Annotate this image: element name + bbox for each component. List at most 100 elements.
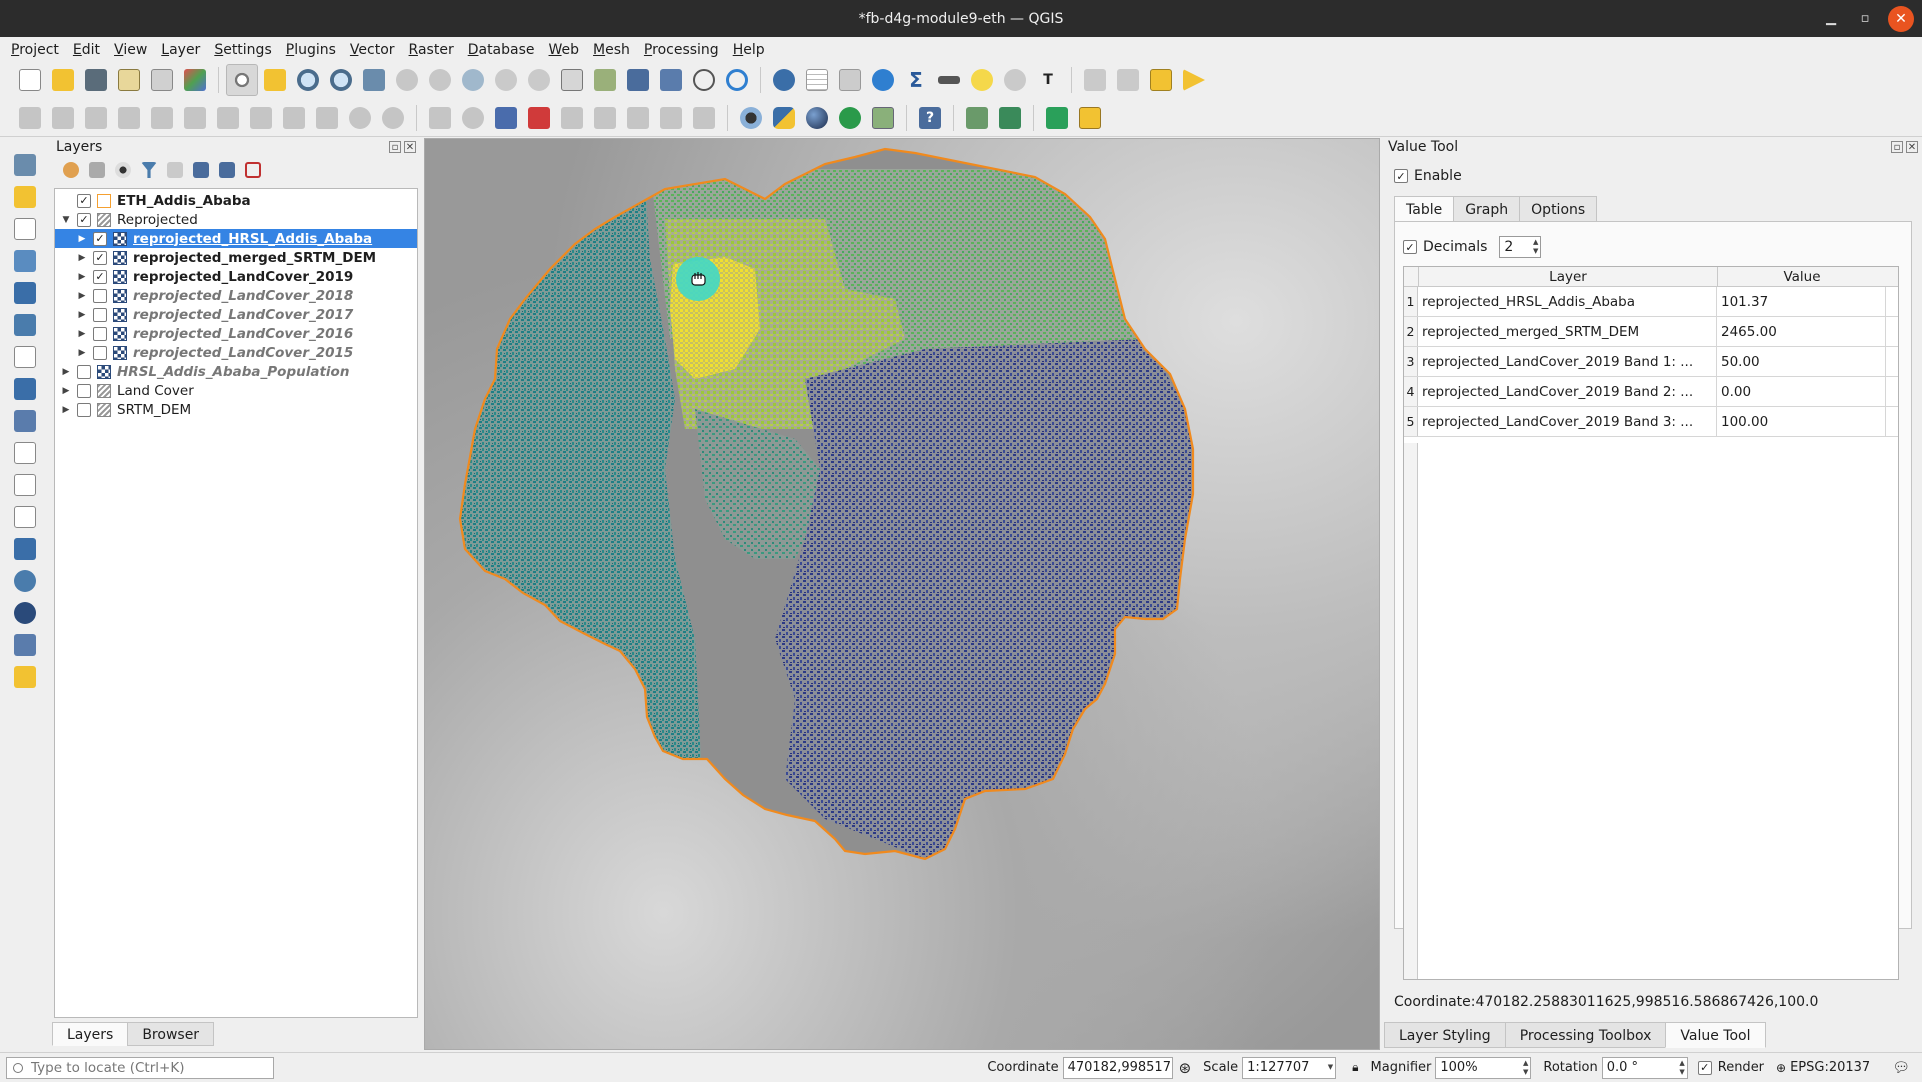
new-print-layout-icon[interactable] xyxy=(113,64,145,96)
expand-arrow-icon[interactable]: ▶ xyxy=(75,348,89,358)
tab-value-tool[interactable]: Value Tool xyxy=(1665,1022,1766,1048)
plugin-map-icon[interactable] xyxy=(867,102,899,134)
expand-arrow-icon[interactable]: ▶ xyxy=(75,234,89,244)
open-project-icon[interactable] xyxy=(47,64,79,96)
add-oracle-icon[interactable] xyxy=(8,600,42,626)
layer-tree-item[interactable]: ▶ SRTM_DEM xyxy=(55,400,417,419)
close-panel-icon[interactable]: ✕ xyxy=(1906,141,1918,153)
select-features-icon[interactable] xyxy=(1079,64,1111,96)
layer-visibility-checkbox[interactable]: ✓ xyxy=(93,269,107,284)
plugin-grid-icon[interactable] xyxy=(994,102,1026,134)
collapse-all-icon[interactable] xyxy=(216,159,238,181)
layer-visibility-checkbox[interactable] xyxy=(77,383,91,398)
layer-tree-item[interactable]: ▶ ✓ reprojected_HRSL_Addis_Ababa xyxy=(55,229,417,248)
float-panel-icon[interactable]: ▫ xyxy=(389,141,401,153)
spin-arrows-icon[interactable]: ▲ ▼ xyxy=(1523,1059,1528,1077)
python-console-icon[interactable] xyxy=(768,102,800,134)
new-3d-view-icon[interactable] xyxy=(589,64,621,96)
messages-icon[interactable]: 💬︎ xyxy=(1892,1060,1910,1076)
plugin-info-icon[interactable] xyxy=(834,102,866,134)
add-arcgis-icon[interactable] xyxy=(8,504,42,530)
deselect-features-icon[interactable] xyxy=(1112,64,1144,96)
label-tool-icon[interactable] xyxy=(424,102,456,134)
zoom-full-icon[interactable] xyxy=(358,64,390,96)
delete-selected-icon[interactable] xyxy=(212,102,244,134)
zoom-to-selection-icon[interactable] xyxy=(391,64,423,96)
menu-processing[interactable]: Processing xyxy=(637,37,726,63)
tab-table[interactable]: Table xyxy=(1394,196,1455,222)
layer-visibility-checkbox[interactable] xyxy=(93,307,107,322)
add-mssql-icon[interactable] xyxy=(8,568,42,594)
expand-arrow-icon[interactable]: ▶ xyxy=(75,291,89,301)
toggle-editing-icon[interactable] xyxy=(47,102,79,134)
add-wfs-icon[interactable] xyxy=(8,472,42,498)
layout-manager-icon[interactable] xyxy=(146,64,178,96)
expand-arrow-icon[interactable]: ▶ xyxy=(59,386,73,396)
menu-plugins[interactable]: Plugins xyxy=(279,37,343,63)
table-row[interactable]: 2 reprojected_merged_SRTM_DEM 2465.00 xyxy=(1404,317,1898,347)
open-attribute-table-icon[interactable] xyxy=(801,64,833,96)
globe-icon[interactable] xyxy=(801,102,833,134)
zoom-native-icon[interactable] xyxy=(457,64,489,96)
quickmapservices-icon[interactable] xyxy=(735,102,767,134)
zoom-next-icon[interactable] xyxy=(523,64,555,96)
decimals-check-icon[interactable]: ✓ xyxy=(1403,240,1417,254)
save-project-icon[interactable] xyxy=(80,64,112,96)
layer-tree[interactable]: ✓ ETH_Addis_Ababa ▼ ✓ Reprojected ▶ ✓ reproject… xyxy=(54,188,418,1018)
render-checkbox[interactable]: ✓ xyxy=(1697,1060,1712,1075)
zoom-out-icon[interactable] xyxy=(325,64,357,96)
layer-tree-item[interactable]: ▶ reprojected_LandCover_2016 xyxy=(55,324,417,343)
crs-button[interactable]: EPSG:20137 xyxy=(1790,1060,1870,1075)
close-icon[interactable]: ✕ xyxy=(1888,5,1914,32)
menu-vector[interactable]: Vector xyxy=(343,37,402,63)
layer-visibility-checkbox[interactable]: ✓ xyxy=(77,193,91,208)
toggle-extents-icon[interactable]: ⊛ xyxy=(1179,1059,1192,1077)
manage-visibility-icon[interactable] xyxy=(112,159,134,181)
add-wms-icon[interactable] xyxy=(8,376,42,402)
pan-to-selection-icon[interactable] xyxy=(259,64,291,96)
actions-icon[interactable] xyxy=(999,64,1031,96)
tab-options[interactable]: Options xyxy=(1519,196,1598,222)
rotate-label-icon[interactable] xyxy=(589,102,621,134)
tab-layer-styling[interactable]: Layer Styling xyxy=(1384,1022,1506,1048)
table-row[interactable]: 1 reprojected_HRSL_Addis_Ababa 101.37 xyxy=(1404,287,1898,317)
close-panel-icon[interactable]: ✕ xyxy=(404,141,416,153)
coordinate-field[interactable]: 470182,998517 xyxy=(1062,1056,1173,1079)
layer-tree-item[interactable]: ▶ Land Cover xyxy=(55,381,417,400)
column-header-value[interactable]: Value xyxy=(1717,267,1886,286)
layer-visibility-checkbox[interactable]: ✓ xyxy=(93,231,107,246)
statistical-summary-icon[interactable]: Σ xyxy=(900,64,932,96)
new-project-icon[interactable] xyxy=(14,64,46,96)
crs-globe-icon[interactable]: ⊕ xyxy=(1776,1061,1786,1075)
show-bookmarks-icon[interactable] xyxy=(655,64,687,96)
menu-view[interactable]: View xyxy=(107,37,154,63)
cut-features-icon[interactable] xyxy=(245,102,277,134)
zoom-in-icon[interactable] xyxy=(292,64,324,96)
menu-help[interactable]: Help xyxy=(726,37,772,63)
add-delimited-text-icon[interactable] xyxy=(8,216,42,242)
layer-labeling-icon[interactable] xyxy=(490,102,522,134)
tab-browser[interactable]: Browser xyxy=(127,1022,215,1046)
rotation-spinbox[interactable]: 0.0 ° ▲ ▼ xyxy=(1601,1056,1688,1079)
move-label-icon[interactable] xyxy=(556,102,588,134)
label-pin-icon[interactable] xyxy=(457,102,489,134)
new-geopackage-icon[interactable] xyxy=(8,664,42,690)
layer-visibility-checkbox[interactable]: ✓ xyxy=(93,250,107,265)
zoom-to-layer-icon[interactable] xyxy=(424,64,456,96)
add-wcs-icon[interactable] xyxy=(8,440,42,466)
layer-visibility-checkbox[interactable] xyxy=(93,345,107,360)
current-edits-icon[interactable] xyxy=(14,102,46,134)
table-row[interactable]: 4 reprojected_LandCover_2019 Band 2: ... 0… xyxy=(1404,377,1898,407)
select-by-expression-icon[interactable] xyxy=(1145,64,1177,96)
layer-visibility-checkbox[interactable] xyxy=(93,326,107,341)
minimize-icon[interactable]: ▁ xyxy=(1814,0,1848,37)
expand-arrow-icon[interactable]: ▶ xyxy=(75,272,89,282)
redo-icon[interactable] xyxy=(377,102,409,134)
undo-icon[interactable] xyxy=(344,102,376,134)
plugin-graph-icon[interactable] xyxy=(961,102,993,134)
expand-arrow-icon[interactable]: ▶ xyxy=(75,253,89,263)
layer-tree-item[interactable]: ▼ ✓ Reprojected xyxy=(55,210,417,229)
new-bookmark-icon[interactable] xyxy=(622,64,654,96)
spin-arrows-icon[interactable]: ▲ ▼ xyxy=(1679,1059,1684,1077)
layer-visibility-checkbox[interactable] xyxy=(93,288,107,303)
